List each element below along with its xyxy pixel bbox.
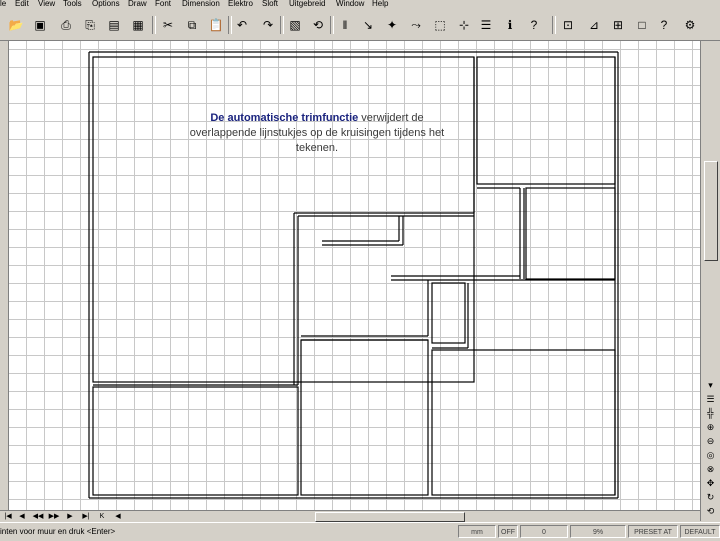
- paste-icon[interactable]: 📋: [206, 15, 226, 35]
- zoom-out-icon[interactable]: ⊖: [703, 435, 718, 448]
- toolbar-separator: [280, 16, 284, 34]
- value-indicator: 0: [520, 525, 568, 538]
- page-icon[interactable]: ▦: [128, 15, 148, 35]
- menu-bar: le Edit View Tools Options Draw Font Dim…: [0, 0, 720, 10]
- zoom-extents-icon[interactable]: ⊗: [703, 463, 718, 476]
- question-icon[interactable]: ?: [654, 15, 674, 35]
- menu-elektro[interactable]: Elektro: [228, 0, 253, 8]
- preview-icon[interactable]: ▤: [104, 15, 124, 35]
- redo-icon[interactable]: ↷: [258, 15, 278, 35]
- menu-dimension[interactable]: Dimension: [182, 0, 220, 8]
- save-icon[interactable]: ▣: [30, 15, 50, 35]
- zoom-all-icon[interactable]: ◎: [703, 449, 718, 462]
- menu-file[interactable]: le: [0, 0, 6, 8]
- scroll-down-icon[interactable]: ▾: [703, 379, 718, 392]
- zoom-previous-icon[interactable]: ⟲: [703, 505, 718, 518]
- snap-indicator[interactable]: OFF: [498, 525, 518, 538]
- menu-font[interactable]: Font: [155, 0, 171, 8]
- tab-nav-back-icon[interactable]: ◀◀: [32, 512, 44, 522]
- line-tool-icon[interactable]: ↘: [358, 15, 378, 35]
- vertical-scrollbar-thumb[interactable]: [704, 161, 718, 261]
- trim-annotation: De automatische trimfunctie verwijdert d…: [182, 111, 452, 156]
- undo-icon[interactable]: ↶: [232, 15, 252, 35]
- rectangle-icon[interactable]: □: [632, 15, 652, 35]
- room-outline: [92, 56, 475, 383]
- grid-snap-icon[interactable]: ╬: [703, 407, 718, 420]
- annotation-highlight: De automatische trimfunctie: [210, 112, 359, 124]
- units-indicator[interactable]: mm: [458, 525, 496, 538]
- room-outline: [431, 282, 466, 344]
- menu-tools[interactable]: Tools: [63, 0, 82, 8]
- cut-icon[interactable]: ✂: [158, 15, 178, 35]
- node-tool-icon[interactable]: ✦: [382, 15, 402, 35]
- horizontal-scrollbar-thumb[interactable]: [315, 512, 465, 522]
- room-outline: [476, 56, 616, 185]
- select-box-icon[interactable]: ⬚: [430, 15, 450, 35]
- preset-indicator[interactable]: PRESET AT: [628, 525, 678, 538]
- tab-nav-forward-icon[interactable]: ▶▶: [48, 512, 60, 522]
- toolbar-separator: [330, 16, 334, 34]
- properties-icon[interactable]: ▧: [285, 15, 305, 35]
- zoom-indicator: 9%: [570, 525, 626, 538]
- toolbar-separator: [552, 16, 556, 34]
- status-bar: inten voor muur en druk <Enter> mm OFF 0…: [0, 522, 720, 541]
- settings-icon[interactable]: ⚙: [680, 15, 700, 35]
- menu-sloft[interactable]: Sloft: [262, 0, 278, 8]
- zoom-window-icon[interactable]: ⊡: [558, 15, 578, 35]
- layers-icon[interactable]: ☰: [476, 15, 496, 35]
- menu-help[interactable]: Help: [372, 0, 388, 8]
- room-outline: [431, 349, 616, 496]
- print-preview-icon[interactable]: ⎙: [56, 15, 76, 35]
- scroll-left-icon[interactable]: ◀: [112, 512, 124, 522]
- tab-nav-first-icon[interactable]: |◀: [2, 512, 14, 522]
- print-icon[interactable]: ⎘: [80, 15, 100, 35]
- grid-icon[interactable]: ⊞: [608, 15, 628, 35]
- pan-icon[interactable]: ✥: [703, 477, 718, 490]
- menu-draw[interactable]: Draw: [128, 0, 147, 8]
- room-outline: [525, 187, 616, 280]
- menu-window[interactable]: Window: [336, 0, 364, 8]
- left-ruler: [0, 41, 9, 510]
- menu-uitgebreid[interactable]: Uitgebreid: [289, 0, 325, 8]
- tab-nav-k-icon[interactable]: K: [96, 512, 108, 522]
- layer-indicator[interactable]: DEFAULT: [680, 525, 720, 538]
- refresh-icon[interactable]: ↻: [703, 491, 718, 504]
- info-icon[interactable]: ℹ: [500, 15, 520, 35]
- snap-icon[interactable]: ⊹: [454, 15, 474, 35]
- zoom-in-icon[interactable]: ⊕: [703, 421, 718, 434]
- menu-options[interactable]: Options: [92, 0, 120, 8]
- room-outline: [92, 386, 299, 496]
- rotate-icon[interactable]: ⟲: [308, 15, 328, 35]
- tab-nav-next-icon[interactable]: ▶: [64, 512, 76, 522]
- tab-nav-last-icon[interactable]: ▶|: [80, 512, 92, 522]
- polyline-icon[interactable]: ⤳: [406, 15, 426, 35]
- tab-nav-prev-icon[interactable]: ◀: [16, 512, 28, 522]
- copy-icon[interactable]: ⧉: [182, 15, 202, 35]
- layers-list-icon[interactable]: ☰: [703, 393, 718, 406]
- measure-icon[interactable]: ⊿: [584, 15, 604, 35]
- menu-edit[interactable]: Edit: [15, 0, 29, 8]
- toolbar-separator: [152, 16, 156, 34]
- toolbar: 📂 ▣ ⎙ ⎘ ▤ ▦ ✂ ⧉ 📋 ↶ ↷ ▧ ⟲ ‖ ↘ ✦ ⤳ ⬚ ⊹ ☰ …: [0, 10, 720, 41]
- drawing-canvas[interactable]: De automatische trimfunctie verwijdert d…: [0, 41, 700, 510]
- open-folder-icon[interactable]: 📂: [6, 15, 26, 35]
- menu-view[interactable]: View: [38, 0, 55, 8]
- wall-tool-icon[interactable]: ‖: [335, 15, 355, 35]
- room-outline: [300, 339, 429, 496]
- help-icon[interactable]: ?: [524, 15, 544, 35]
- right-panel: ▾ ☰ ╬ ⊕ ⊖ ◎ ⊗ ✥ ↻ ⟲: [700, 41, 720, 521]
- command-prompt: inten voor muur en druk <Enter>: [0, 527, 116, 536]
